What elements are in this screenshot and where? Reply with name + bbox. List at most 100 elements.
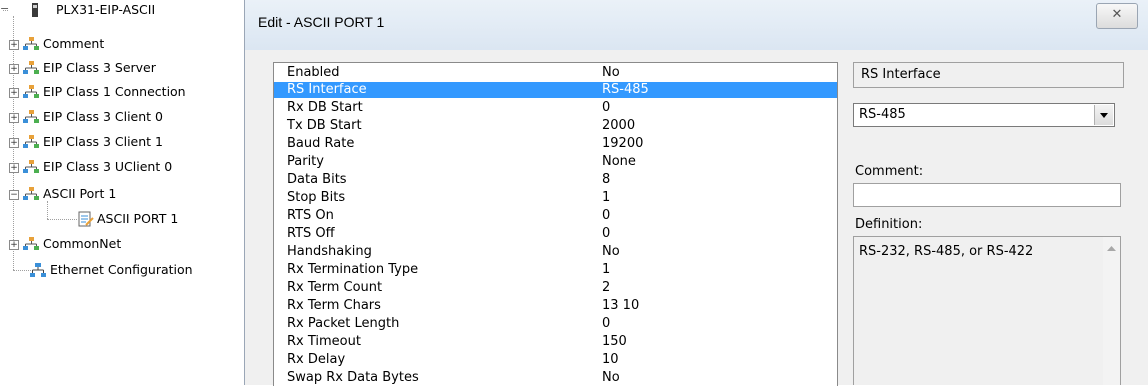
tree-item-label: CommonNet bbox=[43, 236, 122, 251]
tree-item-ascii-port1[interactable]: − ASCII Port 1 bbox=[0, 184, 246, 204]
definition-box: RS-232, RS-485, or RS-422 bbox=[853, 236, 1121, 385]
property-name: RTS Off bbox=[287, 226, 335, 241]
chevron-down-icon bbox=[1100, 113, 1108, 118]
dropdown-arrow-button[interactable] bbox=[1094, 105, 1113, 125]
property-name: Data Bits bbox=[287, 172, 347, 187]
collapse-icon[interactable]: − bbox=[0, 3, 9, 14]
property-value: 2000 bbox=[602, 118, 636, 133]
tree-item-label: EIP Class 3 Server bbox=[43, 60, 156, 75]
tree-item-label: Ethernet Configuration bbox=[50, 262, 193, 277]
close-icon: ✕ bbox=[1111, 7, 1123, 22]
property-value: 10 bbox=[602, 352, 619, 367]
property-value: 19200 bbox=[602, 136, 644, 151]
property-list[interactable]: Enabled No RS Interface RS-485 Rx DB Start 0 T… bbox=[273, 62, 838, 386]
property-value: 0 bbox=[602, 100, 611, 115]
property-row[interactable]: RTS Off 0 bbox=[274, 226, 837, 242]
tree-root[interactable]: − PLX31-EIP-ASCII bbox=[0, 0, 246, 20]
tree-item-ethernet-configuration[interactable]: Ethernet Configuration bbox=[0, 260, 246, 280]
property-name: Rx Termination Type bbox=[287, 262, 419, 277]
property-row[interactable]: RTS On 0 bbox=[274, 208, 837, 224]
property-row[interactable]: Rx DB Start 0 bbox=[274, 100, 837, 116]
collapse-icon[interactable]: − bbox=[9, 190, 19, 200]
property-name: Parity bbox=[287, 154, 324, 169]
value-dropdown[interactable]: RS-485 bbox=[853, 103, 1115, 127]
expand-icon[interactable]: + bbox=[9, 163, 19, 173]
property-row[interactable]: Rx Timeout 150 bbox=[274, 334, 837, 350]
network-node-icon bbox=[23, 61, 39, 74]
expand-icon[interactable]: + bbox=[9, 240, 19, 250]
scroll-up-icon[interactable] bbox=[1107, 245, 1116, 251]
config-edit-icon bbox=[78, 211, 94, 227]
property-row[interactable]: Rx Termination Type 1 bbox=[274, 262, 837, 278]
network-node-icon bbox=[23, 160, 39, 173]
comment-label: Comment: bbox=[855, 164, 924, 179]
property-row[interactable]: Stop Bits 1 bbox=[274, 190, 837, 206]
property-value: No bbox=[602, 244, 620, 259]
property-name: Stop Bits bbox=[287, 190, 346, 205]
property-value: 0 bbox=[602, 208, 611, 223]
property-value: None bbox=[602, 154, 636, 169]
property-row[interactable]: Tx DB Start 2000 bbox=[274, 118, 837, 134]
expand-icon[interactable]: + bbox=[9, 113, 19, 123]
property-name: Enabled bbox=[287, 65, 340, 80]
tree-item-eip-class3-client0[interactable]: + EIP Class 3 Client 0 bbox=[0, 107, 246, 127]
dialog-titlebar[interactable]: Edit - ASCII PORT 1 ✕ bbox=[245, 0, 1148, 50]
network-node-icon bbox=[23, 135, 39, 148]
property-row[interactable]: Rx Term Count 2 bbox=[274, 280, 837, 296]
comment-input[interactable] bbox=[853, 183, 1121, 207]
tree-item-label: EIP Class 3 Client 1 bbox=[43, 134, 163, 149]
ethernet-icon bbox=[30, 263, 46, 277]
property-row[interactable]: Rx Delay 10 bbox=[274, 352, 837, 368]
property-name: Rx DB Start bbox=[287, 100, 363, 115]
property-name: Handshaking bbox=[287, 244, 372, 259]
tree-item-label: EIP Class 3 UClient 0 bbox=[43, 159, 173, 174]
tree-item-commonnet[interactable]: + CommonNet bbox=[0, 234, 246, 254]
expand-icon[interactable]: + bbox=[9, 138, 19, 148]
property-name: RTS On bbox=[287, 208, 334, 223]
property-value: 150 bbox=[602, 334, 627, 349]
property-name: Rx Term Chars bbox=[287, 298, 381, 313]
property-row[interactable]: Data Bits 8 bbox=[274, 172, 837, 188]
network-node-icon bbox=[23, 237, 39, 250]
tree-item-eip-class3-client1[interactable]: + EIP Class 3 Client 1 bbox=[0, 132, 246, 152]
property-row[interactable]: Enabled No bbox=[274, 65, 837, 81]
property-row[interactable]: Baud Rate 19200 bbox=[274, 136, 837, 152]
selected-field-name: RS Interface bbox=[853, 62, 1124, 88]
property-row[interactable]: Swap Rx Data Bytes No bbox=[274, 370, 837, 386]
device-icon bbox=[32, 3, 38, 17]
property-name: Tx DB Start bbox=[287, 118, 362, 133]
property-row[interactable]: Rx Term Chars 13 10 bbox=[274, 298, 837, 314]
network-node-icon bbox=[23, 37, 39, 50]
network-node-icon bbox=[23, 110, 39, 123]
property-value: 13 10 bbox=[602, 298, 640, 313]
property-row[interactable]: RS Interface RS-485 bbox=[274, 82, 837, 98]
expand-icon[interactable]: + bbox=[9, 40, 19, 50]
property-value: 0 bbox=[602, 226, 611, 241]
project-tree[interactable]: − PLX31-EIP-ASCII + Comment + EIP Class … bbox=[0, 0, 246, 385]
property-value: 1 bbox=[602, 262, 611, 277]
definition-scrollbar[interactable] bbox=[1103, 237, 1120, 385]
property-name: Baud Rate bbox=[287, 136, 355, 151]
property-value: 0 bbox=[602, 316, 611, 331]
close-button[interactable]: ✕ bbox=[1096, 3, 1138, 29]
property-name: Rx Packet Length bbox=[287, 316, 400, 331]
tree-item-comment[interactable]: + Comment bbox=[0, 34, 246, 54]
tree-item-label: EIP Class 1 Connection bbox=[43, 84, 186, 99]
expand-icon[interactable]: + bbox=[9, 64, 19, 74]
tree-item-label: ASCII Port 1 bbox=[43, 186, 117, 201]
property-value: RS-485 bbox=[602, 82, 649, 97]
tree-item-eip-class3-uclient0[interactable]: + EIP Class 3 UClient 0 bbox=[0, 157, 246, 177]
property-row[interactable]: Handshaking No bbox=[274, 244, 837, 260]
property-row[interactable]: Parity None bbox=[274, 154, 837, 170]
property-row[interactable]: Rx Packet Length 0 bbox=[274, 316, 837, 332]
edit-dialog: Edit - ASCII PORT 1 ✕ Enabled No RS Interf… bbox=[244, 0, 1148, 386]
tree-item-eip-class3-server[interactable]: + EIP Class 3 Server bbox=[0, 58, 246, 78]
property-name: Swap Rx Data Bytes bbox=[287, 370, 419, 385]
tree-item-label: ASCII PORT 1 bbox=[97, 211, 179, 226]
dialog-title: Edit - ASCII PORT 1 bbox=[258, 14, 385, 30]
tree-item-eip-class1-connection[interactable]: + EIP Class 1 Connection bbox=[0, 82, 246, 102]
expand-icon[interactable]: + bbox=[9, 88, 19, 98]
tree-item-label: Comment bbox=[43, 36, 105, 51]
tree-root-label: PLX31-EIP-ASCII bbox=[56, 2, 156, 17]
tree-item-ascii-port1-config[interactable]: ASCII PORT 1 bbox=[0, 209, 246, 229]
